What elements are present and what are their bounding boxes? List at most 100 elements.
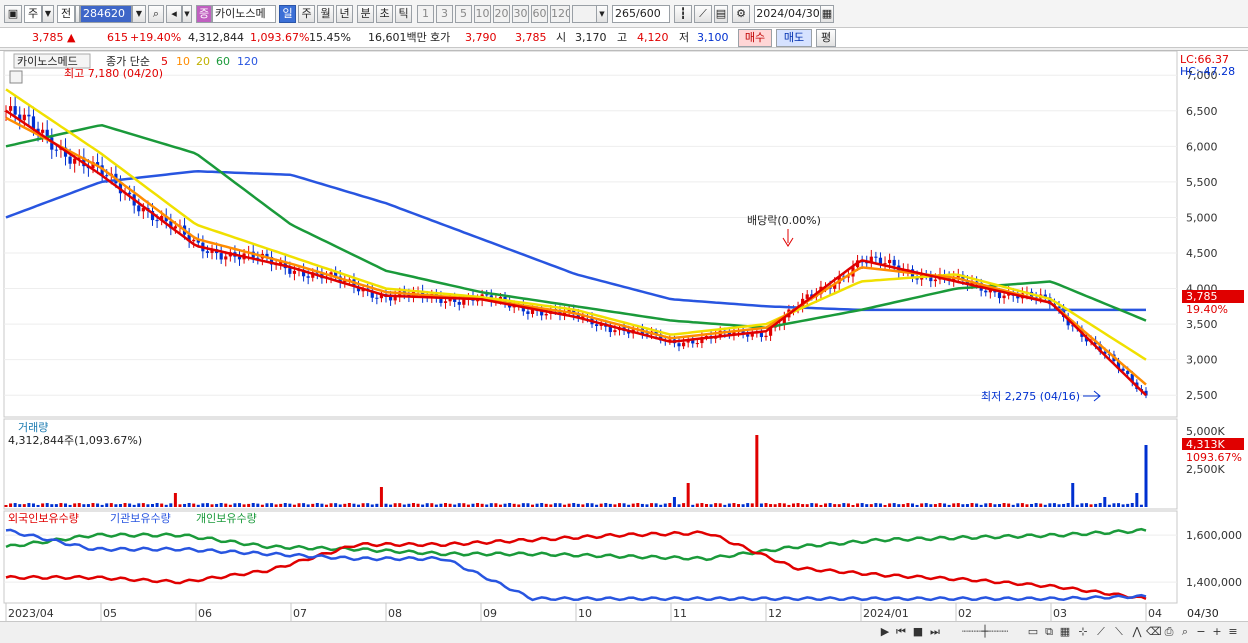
copy-icon[interactable]: ⧉ (1042, 625, 1056, 639)
code-input[interactable]: 284620 (80, 5, 132, 23)
period-month[interactable]: 월 (317, 5, 334, 23)
date-input[interactable]: 2024/04/30 (754, 5, 822, 23)
zoom-in-icon[interactable]: + (1210, 625, 1224, 639)
interval-10[interactable]: 10 (474, 5, 491, 23)
candle-body (457, 301, 461, 305)
volume-panel (3, 418, 1178, 510)
volume-bar (36, 504, 40, 507)
line-tool-icon[interactable]: ⟋ (1094, 625, 1108, 639)
eval-button[interactable]: 평 (816, 29, 836, 47)
count-input[interactable]: 265/600 (612, 5, 670, 23)
period-tick[interactable]: 틱 (395, 5, 412, 23)
interval-20[interactable]: 20 (493, 5, 510, 23)
up-arrow-icon: ▲ (67, 31, 76, 44)
save-icon[interactable]: ▤ (714, 5, 728, 23)
volume-bar (984, 503, 988, 507)
volume-bar (398, 503, 402, 507)
fibo-tool-icon[interactable]: ⋀ (1130, 625, 1144, 639)
code-dropdown-icon[interactable]: ▼ (132, 5, 146, 23)
volume-bar (617, 503, 621, 507)
speaker-icon[interactable]: ◂ (166, 5, 182, 23)
volume-bar (215, 503, 219, 507)
type-select[interactable]: 전 (57, 5, 75, 23)
volume-bar (1075, 504, 1079, 507)
volume-bar (114, 504, 118, 507)
interval-120[interactable]: 120 (550, 5, 570, 23)
buy-button[interactable]: 매수 (738, 29, 772, 47)
interval-3[interactable]: 3 (436, 5, 453, 23)
chart-area[interactable]: 7,000 6,500 6,000 5,500 5,000 4,500 4,000 3,500… (0, 50, 1248, 623)
period-week[interactable]: 주 (298, 5, 315, 23)
volume-bar (343, 503, 347, 507)
interval-30[interactable]: 30 (512, 5, 529, 23)
volume-bar (993, 504, 997, 507)
period-day[interactable]: 일 (279, 5, 296, 23)
sell-button[interactable]: 매도 (776, 29, 812, 47)
gear-icon[interactable]: ⚙ (732, 5, 750, 23)
candle-body (27, 114, 31, 117)
volume-bar (1062, 503, 1066, 507)
window-menu-icon[interactable]: ▣ (4, 5, 22, 23)
period-second[interactable]: 초 (376, 5, 393, 23)
crosshair-icon[interactable]: ⊹ (1076, 625, 1090, 639)
scroll-right-icon[interactable]: ▶ (878, 625, 892, 639)
volume-bar (526, 503, 530, 507)
grid-icon[interactable]: ▦ (1058, 625, 1072, 639)
price-tick-label: 6,000 (1186, 140, 1218, 153)
zoom-slider[interactable]: ┈┈┈┼┈┈┈ (952, 625, 1018, 639)
calendar-icon[interactable]: ▦ (820, 5, 834, 23)
market-dropdown-icon[interactable]: ▼ (42, 5, 54, 23)
volume-bar (54, 504, 58, 507)
zoom-icon[interactable]: ⌕ (1178, 625, 1192, 639)
price-tick-label: 5,500 (1186, 176, 1218, 189)
volume-bar (1052, 503, 1056, 507)
volume-bar (100, 504, 104, 507)
price-tick-label: 2,500 (1186, 389, 1218, 402)
trend-tool-icon[interactable]: ⟍ (1112, 625, 1126, 639)
screenshot-icon[interactable]: ▭ (1026, 625, 1040, 639)
search-icon[interactable]: ⌕ (148, 5, 164, 23)
speaker-dropdown-icon[interactable]: ▼ (182, 5, 192, 23)
candle-body (73, 158, 77, 164)
volume-bar (45, 503, 49, 507)
period-minute-label: 분 (360, 7, 371, 20)
volume-bar (750, 503, 754, 507)
x-axis-label: 04 (1148, 607, 1162, 620)
volume-bar (581, 504, 585, 507)
eraser-icon[interactable]: ⌫ (1146, 625, 1162, 639)
volume-bar (389, 504, 393, 507)
interval-60[interactable]: 60 (531, 5, 548, 23)
volume-bar (608, 503, 612, 507)
interval-5[interactable]: 5 (455, 5, 472, 23)
fast-forward-icon[interactable]: ⏭ (928, 625, 942, 639)
interval-1-label: 1 (422, 7, 429, 20)
volume-bar (824, 503, 828, 507)
period-minute[interactable]: 분 (357, 5, 374, 23)
volume-bar (585, 503, 589, 507)
volume-bar (1039, 503, 1043, 507)
sector-badge: 증 (196, 5, 212, 23)
table-icon[interactable] (9, 70, 23, 84)
zoom-out-icon[interactable]: − (1194, 625, 1208, 639)
interval-1[interactable]: 1 (417, 5, 434, 23)
candle-body (462, 299, 466, 305)
change-amount: 615 (107, 31, 128, 44)
market-select[interactable]: 주 (24, 5, 42, 23)
chart-canvas[interactable]: 7,0006,5006,0005,5005,0004,5004,0003,500… (0, 51, 1248, 623)
volume-bar (828, 503, 832, 507)
candle-body (192, 239, 196, 242)
print-icon[interactable]: ⎙ (1162, 625, 1176, 639)
custom-interval-dropdown-icon[interactable]: ▼ (596, 5, 608, 23)
indicator-icon[interactable]: ⟋ (694, 5, 712, 23)
volume-bar (329, 503, 333, 507)
period-year[interactable]: 년 (336, 5, 353, 23)
candle-icon[interactable]: ┇ (674, 5, 692, 23)
volume-bar (471, 503, 475, 507)
volume-bar (558, 503, 562, 507)
volume-bar (1126, 503, 1130, 507)
rewind-icon[interactable]: ⏮ (894, 625, 908, 639)
volume-bar (1117, 503, 1121, 507)
stop-icon[interactable]: ■ (911, 625, 925, 639)
fit-icon[interactable]: ≡ (1226, 625, 1240, 639)
candle-body (22, 114, 26, 121)
